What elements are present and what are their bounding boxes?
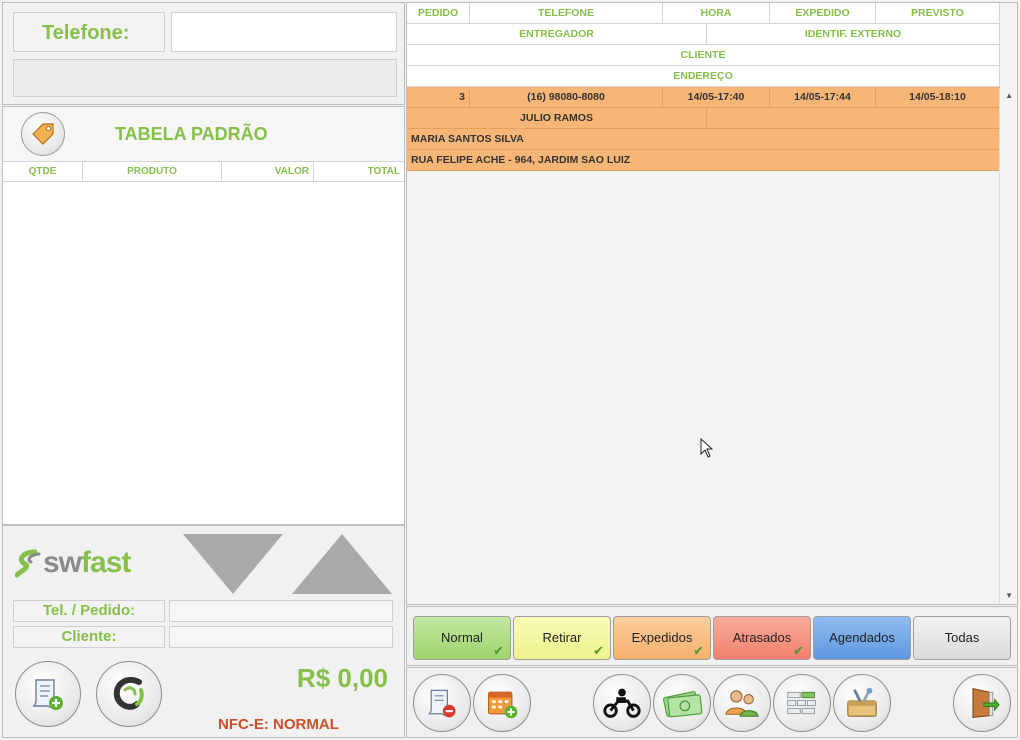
order-row-address[interactable]: RUA FELIPE ACHE - 964, JARDIM SAO LUIZ [407,150,1000,171]
order-total: R$ 0,00 [296,663,388,693]
check-icon: ✔ [493,643,504,658]
order-items-panel: TABELA PADRÃO QTDE PRODUTO VALOR TOTAL [2,106,405,525]
phone-lookup-result [13,59,397,97]
status-filter-bar: Normal ✔ Retirar ✔ Expedidos ✔ Atrasados ✔ A… [406,606,1018,666]
grid-header-row-4: ENDEREÇO [407,66,1000,87]
check-icon: ✔ [593,643,604,658]
price-table-header: TABELA PADRÃO [3,107,404,162]
header-expedido: EXPEDIDO [770,3,876,24]
price-table-title: TABELA PADRÃO [115,124,268,144]
order-hora: 14/05-17:40 [663,87,770,108]
orders-grid-panel: PEDIDO TELEFONE HORA EXPEDIDO PREVISTO E… [406,2,1018,605]
grid-header-row-3: CLIENTE [407,45,1000,66]
items-table-body[interactable] [3,183,404,524]
check-icon: ✔ [693,643,704,658]
order-pedido: 3 [407,87,470,108]
tables-layout-button[interactable] [773,674,831,732]
scrollbar-down-arrow-icon[interactable]: ▼ [1005,591,1013,600]
toolbox-icon [847,687,877,717]
order-identif-externo [707,108,1000,129]
dispatch-delivery-button[interactable] [593,674,651,732]
filter-atrasados-button[interactable]: Atrasados ✔ [713,616,811,660]
exit-button[interactable] [953,674,1011,732]
header-endereco: ENDEREÇO [407,66,1000,87]
swfast-logo: swfast [15,546,131,580]
order-row-client[interactable]: MARIA SANTOS SILVA [407,129,1000,150]
order-entregador: JULIO RAMOS [407,108,707,129]
cliente-label: Cliente: [13,626,165,648]
order-expedido: 14/05-17:44 [770,87,876,108]
cliente-row: Cliente: [13,626,393,648]
tools-settings-button[interactable] [833,674,891,732]
price-table-button[interactable] [21,112,65,156]
grid-scrollbar[interactable] [999,88,1017,604]
order-cliente: MARIA SANTOS SILVA [407,129,1000,150]
tag-icon [32,123,54,145]
phone-lookup-panel: Telefone: [2,2,405,105]
order-summary-panel: swfast Tel. / Pedido: Cliente: R$ 0,00 N… [2,525,405,738]
money-icon [662,691,703,718]
grid-header-row-1: PEDIDO TELEFONE HORA EXPEDIDO PREVISTO [407,3,1000,24]
payment-button[interactable] [653,674,711,732]
actions-toolbar [406,667,1018,738]
column-total: TOTAL [367,166,400,177]
calendar-add-icon [487,691,518,719]
users-icon [725,690,759,717]
order-endereco: RUA FELIPE ACHE - 964, JARDIM SAO LUIZ [407,150,1000,171]
cancel-order-button[interactable] [413,674,471,732]
header-entregador: ENTREGADOR [407,24,707,45]
check-icon: ✔ [793,643,804,658]
filter-normal-button[interactable]: Normal ✔ [413,616,511,660]
tel-pedido-row: Tel. / Pedido: [13,600,393,622]
filter-retirar-button[interactable]: Retirar ✔ [513,616,611,660]
mouse-cursor-icon [700,438,714,458]
schedule-order-button[interactable] [473,674,531,732]
customers-button[interactable] [713,674,771,732]
header-hora: HORA [663,3,770,24]
filter-todas-button[interactable]: Todas [913,616,1011,660]
header-previsto: PREVISTO [876,3,1000,24]
order-row[interactable]: 3 (16) 98080-8080 14/05-17:40 14/05-17:4… [407,87,1000,108]
receipt-remove-icon [427,689,456,718]
order-telefone: (16) 98080-8080 [470,87,663,108]
filter-agendados-button[interactable]: Agendados [813,616,911,660]
motorcycle-icon [603,688,641,718]
new-order-button[interactable] [15,661,81,727]
scrollbar-up-arrow-icon[interactable]: ▲ [1005,91,1013,100]
column-produto: PRODUTO [83,162,222,181]
header-pedido: PEDIDO [407,3,470,24]
cliente-value [169,626,393,648]
phone-label: Telefone: [13,12,165,52]
column-qtde: QTDE [3,162,83,181]
filter-expedidos-button[interactable]: Expedidos ✔ [613,616,711,660]
column-valor: VALOR [222,162,314,181]
grid-header-row-2: ENTREGADOR IDENTIF. EXTERNO [407,24,1000,45]
exit-door-icon [972,687,1000,719]
order-previsto: 14/05-18:10 [876,87,1000,108]
refresh-swirl-icon [113,676,144,710]
items-table-header: QTDE PRODUTO VALOR TOTAL [3,162,404,182]
header-identif-externo: IDENTIF. EXTERNO [707,24,1000,45]
nfce-status: NFC-E: NORMAL [218,716,339,733]
scroll-down-button[interactable] [183,534,283,594]
grid-layout-icon [787,691,816,715]
tel-pedido-value [169,600,393,622]
phone-input[interactable] [171,12,397,52]
swfast-swirl-icon [15,549,41,578]
tel-pedido-label: Tel. / Pedido: [13,600,165,622]
header-cliente: CLIENTE [407,45,1000,66]
receipt-add-icon [32,679,63,710]
scroll-up-button[interactable] [292,534,392,594]
order-row-delivery[interactable]: JULIO RAMOS [407,108,1000,129]
header-telefone: TELEFONE [470,3,663,24]
refresh-button[interactable] [96,661,162,727]
